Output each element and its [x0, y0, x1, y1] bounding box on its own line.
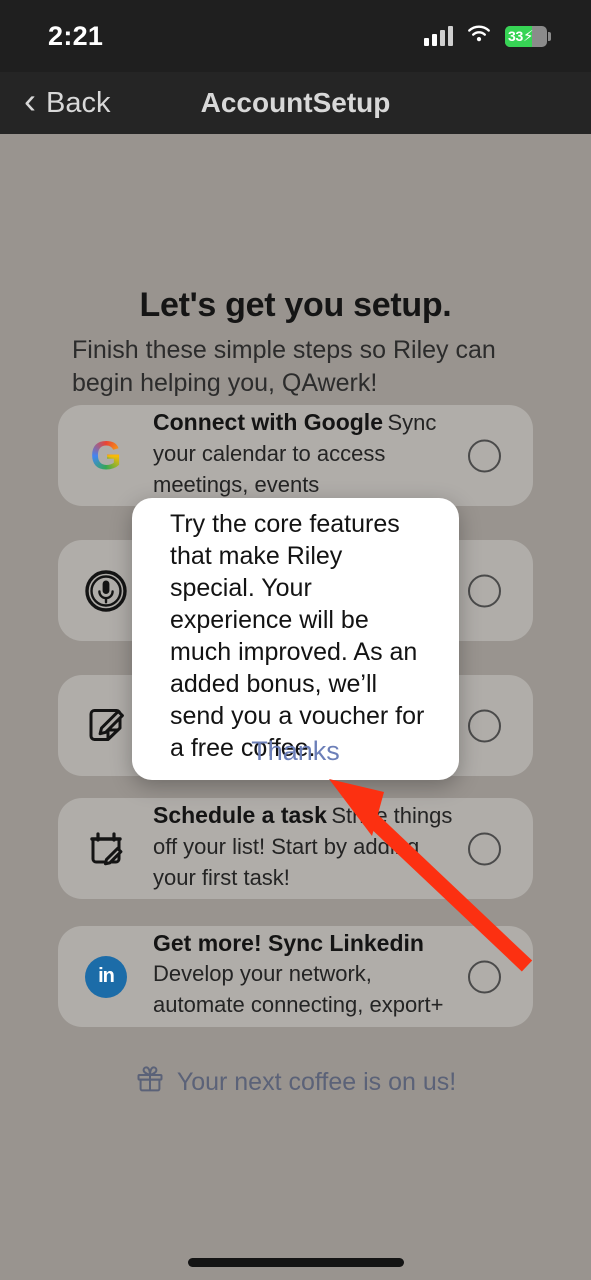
back-button-label: Back: [46, 86, 111, 119]
wifi-icon: [466, 24, 492, 49]
gift-icon: [135, 1064, 165, 1101]
battery-percent-label: 33: [508, 28, 523, 44]
nav-bar: AccountSetup ‹ Back: [0, 72, 591, 134]
setup-card-text: Schedule a task Strike things off your l…: [153, 800, 453, 893]
google-logo-icon: G: [90, 433, 122, 478]
setup-card-text: Connect with Google Sync your calendar t…: [153, 407, 453, 500]
headline: Let's get you setup.: [139, 286, 452, 324]
setup-card-text: Get more! Sync Linkedin Develop your net…: [153, 928, 453, 1020]
setup-card-sync-linkedin[interactable]: in Get more! Sync Linkedin Develop your …: [58, 926, 533, 1027]
promo-modal-body: Try the core features that make Riley sp…: [170, 510, 425, 762]
coffee-reward-label: Your next coffee is on us!: [176, 1068, 457, 1096]
microphone-circle-icon: [83, 568, 129, 614]
battery-charging-icon: ⚡: [522, 27, 534, 45]
setup-card-checkbox[interactable]: [468, 574, 501, 607]
setup-card-title: Schedule a task: [153, 802, 327, 828]
subheadline: Finish these simple steps so Riley can b…: [72, 336, 496, 397]
setup-card-connect-google[interactable]: G Connect with Google Sync your calendar…: [58, 405, 533, 506]
chevron-left-icon: ‹: [24, 80, 36, 121]
note-edit-icon: [83, 703, 129, 749]
cellular-signal-icon: [424, 26, 453, 46]
setup-card-checkbox[interactable]: [468, 709, 501, 742]
setup-card-title: Connect with Google: [153, 409, 383, 435]
promo-modal: Try the core features that make Riley sp…: [132, 498, 459, 780]
promo-modal-thanks-button[interactable]: Thanks: [132, 736, 459, 767]
setup-card-checkbox[interactable]: [468, 960, 501, 993]
setup-card-checkbox[interactable]: [468, 439, 501, 472]
calendar-edit-icon: [83, 826, 129, 872]
coffee-reward-note: Your next coffee is on us!: [0, 1064, 591, 1101]
status-bar: 2:21 33 ⚡: [0, 0, 591, 72]
setup-card-description: Develop your network, automate connectin…: [153, 961, 444, 1017]
status-bar-icons: 33 ⚡: [424, 24, 551, 49]
setup-card-schedule-task[interactable]: Schedule a task Strike things off your l…: [58, 798, 533, 899]
setup-card-title: Get more! Sync Linkedin: [153, 930, 424, 956]
home-indicator: [187, 1258, 404, 1267]
linkedin-logo-icon: in: [83, 954, 129, 1000]
status-bar-time: 2:21: [48, 20, 104, 51]
setup-card-checkbox[interactable]: [468, 832, 501, 865]
back-button[interactable]: ‹ Back: [14, 72, 120, 134]
battery-icon: 33 ⚡: [505, 25, 551, 47]
